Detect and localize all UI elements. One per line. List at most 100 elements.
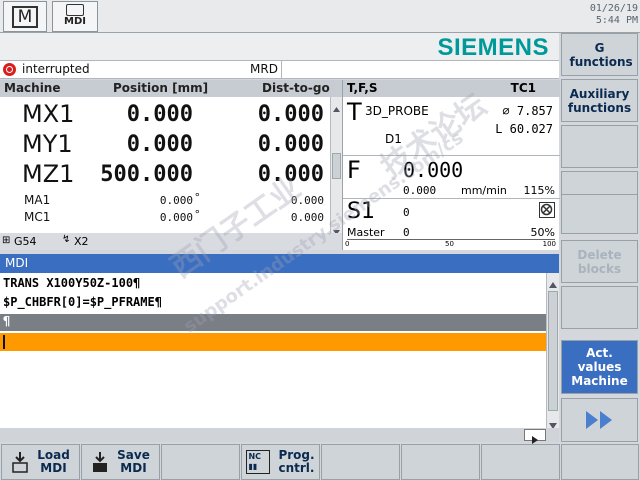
softkey-save-mdi[interactable]: Save MDI: [81, 444, 160, 480]
axis-dist: 0.000: [290, 211, 324, 224]
axis-row: MX1 0.000 0.000: [0, 100, 330, 130]
machine-icon: M: [12, 6, 38, 28]
softkey-label: Act. values Machine: [571, 346, 628, 388]
feed-unit: mm/min: [461, 184, 507, 197]
top-bar: M MDI 01/26/19 5:44 PM: [0, 0, 640, 33]
axis-position: 500.000: [100, 162, 193, 187]
rot-axis-row: MA1 0.000 ° 0.000: [0, 191, 330, 209]
status-mode: MRD: [250, 62, 278, 76]
date-text: 01/26/19: [589, 3, 638, 14]
axis-position: 0.000: [159, 194, 193, 207]
alarm-icon: [3, 63, 16, 76]
mdi-line[interactable]: $P_CHBFR[0]=$P_PFRAME¶: [0, 295, 546, 311]
divider: [343, 198, 560, 199]
softkey-label: Auxiliary functions: [567, 86, 632, 115]
machine-header: Machine Position [mm] Dist-to-go: [0, 80, 342, 97]
scroll-right-icon[interactable]: [524, 429, 546, 444]
softkey-act-values-machine[interactable]: Act. values Machine: [561, 340, 638, 394]
divider: [343, 155, 560, 156]
axis-dist: 0.000: [257, 162, 324, 187]
frame-icon: ↯: [62, 234, 71, 245]
axis-row: MZ1 500.000 0.000: [0, 160, 330, 190]
axis-position: 0.000: [126, 102, 193, 127]
softkey-empty-7[interactable]: [561, 286, 638, 329]
softkey-empty-5[interactable]: [561, 194, 638, 234]
mdi-scrollbar[interactable]: [546, 273, 559, 429]
siemens-logo: SIEMENS: [437, 34, 549, 61]
softkey-prog-cntrl[interactable]: NC ▮▮ Prog. cntrl.: [241, 444, 320, 480]
tool-name: 3D_PROBE: [365, 104, 429, 118]
scroll-up-icon[interactable]: [332, 99, 341, 112]
axis-position: 0.000: [159, 211, 193, 224]
col-dist-to-go: Dist-to-go: [262, 81, 330, 95]
master-label: Master: [347, 226, 385, 239]
machine-panel: Machine Position [mm] Dist-to-go MX1 0.0…: [0, 80, 342, 250]
axis-name: MX1: [22, 100, 75, 128]
axis-dist: 0.000: [257, 102, 324, 127]
machine-scrollbar[interactable]: [330, 97, 342, 235]
softkey-label: MDI: [120, 461, 147, 475]
mdi-line-current[interactable]: [0, 333, 546, 351]
mdi-hscrollbar[interactable]: [0, 428, 559, 444]
scroll-down-icon[interactable]: [548, 416, 558, 429]
scroll-down-icon[interactable]: [332, 222, 341, 235]
softkey-empty-b5[interactable]: [321, 444, 400, 480]
feed-override: 115%: [523, 184, 555, 197]
tool-panel: T,F,S TC1 T 3D_PROBE ⌀ 7.857 L 60.027 D1…: [342, 80, 560, 250]
axis-name: MA1: [24, 193, 51, 207]
softkey-label: cntrl.: [278, 461, 315, 475]
wcs2-value: X2: [74, 235, 89, 248]
softkey-empty-b6[interactable]: [401, 444, 480, 480]
tool-length: L 60.027: [495, 122, 553, 136]
mdi-editor[interactable]: TRANS X100Y50Z-100¶ $P_CHBFR[0]=$P_PFRAM…: [0, 273, 546, 428]
feed-value: 0.000: [403, 158, 464, 182]
text-cursor: [3, 335, 5, 349]
save-icon: [93, 452, 108, 472]
softkey-label: G functions: [569, 40, 633, 69]
mdi-line[interactable]: ¶: [0, 314, 546, 331]
master-value: 0: [403, 226, 410, 239]
softkey-delete-blocks[interactable]: Delete blocks: [561, 240, 638, 283]
wcs-row: ⊞ G54 ↯ X2: [0, 233, 342, 250]
spindle-stop-icon: [539, 202, 555, 218]
tool-diameter: ⌀ 7.857: [502, 104, 553, 118]
datetime: 01/26/19 5:44 PM: [590, 3, 638, 27]
tool-d-number: D1: [385, 132, 402, 146]
axis-name: MZ1: [22, 160, 75, 188]
scale-0: 0: [345, 240, 350, 248]
status-text: interrupted: [22, 62, 90, 76]
mode-mdi-label: MDI: [64, 16, 86, 27]
tool-header-label: T,F,S: [347, 81, 378, 95]
mdi-line[interactable]: TRANS X100Y50Z-100¶: [0, 276, 546, 292]
axis-unit: °: [194, 191, 201, 204]
mdi-icon: [66, 4, 84, 16]
softkey-empty-3[interactable]: [561, 125, 638, 168]
double-arrow-right-icon: [585, 411, 612, 429]
softkey-empty-b7[interactable]: [481, 444, 560, 480]
scroll-up-icon[interactable]: [548, 275, 558, 288]
scroll-thumb[interactable]: [548, 291, 558, 411]
softkey-empty-b8[interactable]: [561, 444, 639, 480]
time-text: 5:44 PM: [595, 15, 638, 26]
axis-dist: 0.000: [257, 132, 324, 157]
nc-icon: NC ▮▮: [246, 450, 271, 474]
axis-dist: 0.000: [290, 194, 324, 207]
softkey-next[interactable]: [561, 398, 638, 442]
softkey-auxiliary-functions[interactable]: Auxiliary functions: [561, 79, 638, 122]
tool-channel: TC1: [510, 81, 536, 95]
feed-f-label: F: [347, 156, 361, 184]
scroll-thumb[interactable]: [332, 153, 341, 179]
rot-axis-row: MC1 0.000 ° 0.000: [0, 208, 330, 226]
softkey-label: MDI: [40, 461, 67, 475]
scale-50: 50: [445, 240, 454, 248]
mode-m-label: M: [17, 7, 33, 27]
axis-row: MY1 0.000 0.000: [0, 130, 330, 160]
load-icon: [12, 452, 28, 473]
mode-machine-button[interactable]: M: [3, 1, 47, 32]
mode-mdi-button[interactable]: MDI: [52, 1, 98, 32]
softkey-g-functions[interactable]: G functions: [561, 33, 638, 76]
softkey-empty-b3[interactable]: [161, 444, 240, 480]
status-row: interrupted MRD: [0, 60, 559, 79]
feed-actual: 0.000: [403, 184, 437, 197]
softkey-load-mdi[interactable]: Load MDI: [1, 444, 80, 480]
